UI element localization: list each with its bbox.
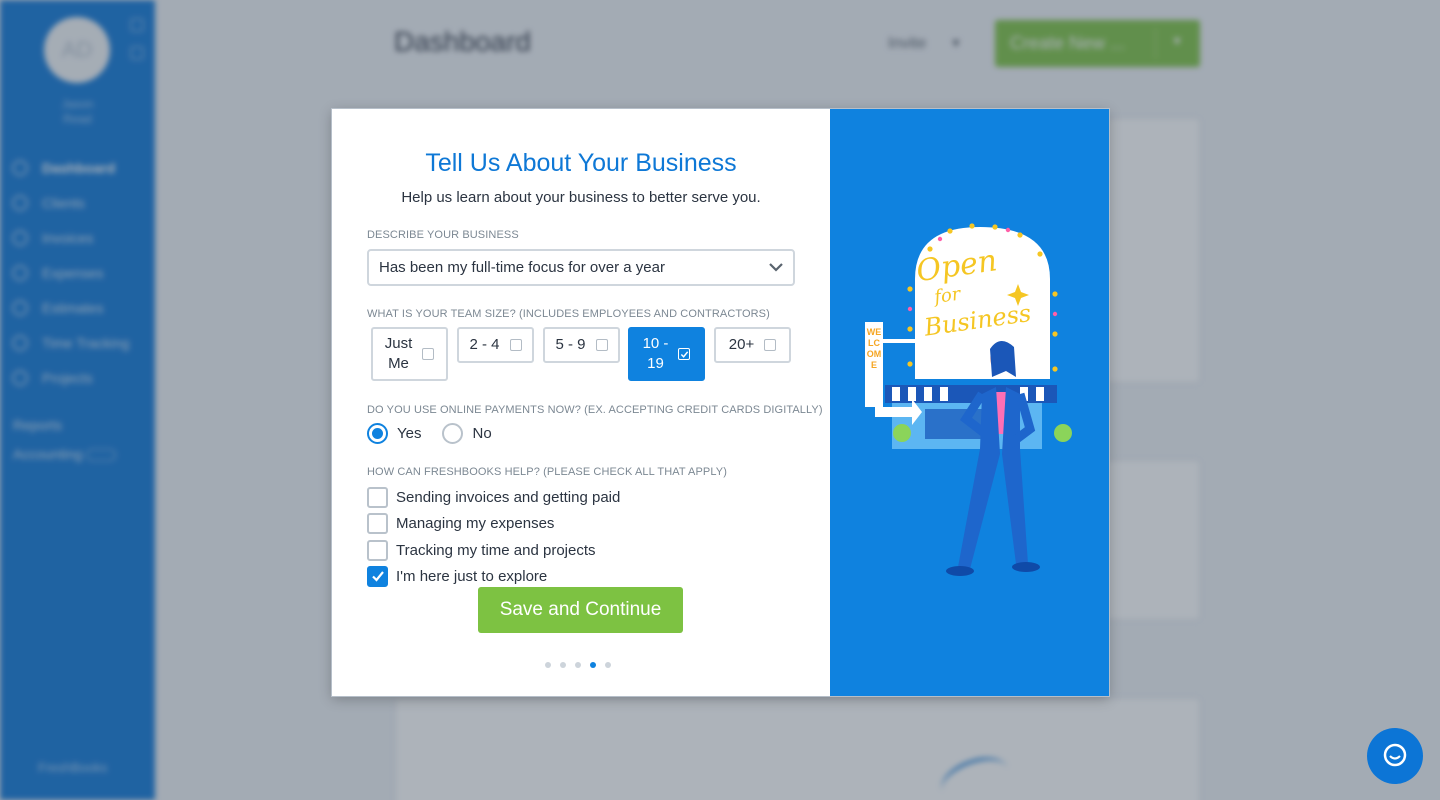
help-option-expenses[interactable]: Managing my expenses <box>367 512 554 534</box>
open-for-business-illustration <box>865 223 1072 576</box>
chat-help-button[interactable] <box>1367 728 1423 784</box>
help-option-checkbox[interactable] <box>367 539 388 561</box>
step-dot[interactable] <box>575 662 581 668</box>
business-description-value: Has been my full-time focus for over a y… <box>379 259 665 276</box>
payments-yes-label[interactable]: Yes <box>397 425 421 442</box>
step-dot[interactable] <box>605 662 611 668</box>
chevron-down-icon <box>769 263 783 272</box>
business-description-label: DESCRIBE YOUR BUSINESS <box>367 229 519 241</box>
team-size-option-label: 20+ <box>728 336 755 353</box>
help-option-checkbox[interactable] <box>367 512 388 534</box>
team-size-option-label: 2 - 4 <box>469 336 500 353</box>
help-option-checkbox[interactable] <box>367 486 388 508</box>
team-size-checkbox[interactable] <box>422 348 435 360</box>
team-size-checkbox[interactable] <box>509 339 522 351</box>
team-size-option-label: Me <box>388 355 409 372</box>
step-dot-current[interactable] <box>590 662 596 668</box>
help-option-explore[interactable]: I'm here just to explore <box>367 565 547 587</box>
onboarding-form: Tell Us About Your Business Help us lear… <box>332 109 830 696</box>
checkmark-icon <box>680 350 689 358</box>
checkmark-icon <box>371 571 384 582</box>
team-size-option-10-19[interactable]: 10 - 19 <box>628 327 705 381</box>
step-dot[interactable] <box>560 662 566 668</box>
online-payments-radio-group: Yes No <box>367 423 513 444</box>
team-size-option-label: Just <box>384 335 413 352</box>
team-size-option-label: 19 <box>647 355 664 372</box>
team-size-option-label: 10 - <box>642 335 669 352</box>
help-option-invoices[interactable]: Sending invoices and getting paid <box>367 486 620 508</box>
open-for-business-sign: Open for Business <box>914 240 1055 341</box>
online-payments-label: DO YOU USE ONLINE PAYMENTS NOW? (EX. ACC… <box>367 404 823 416</box>
step-dot[interactable] <box>545 662 551 668</box>
onboarding-modal: Tell Us About Your Business Help us lear… <box>332 109 1109 696</box>
help-option-label[interactable]: Tracking my time and projects <box>396 542 596 559</box>
business-description-select[interactable]: Has been my full-time focus for over a y… <box>367 249 795 286</box>
step-indicator <box>545 662 620 668</box>
help-option-label[interactable]: I'm here just to explore <box>396 568 547 585</box>
help-option-time-projects[interactable]: Tracking my time and projects <box>367 539 596 561</box>
chat-icon <box>1383 743 1407 767</box>
team-size-option-5-9[interactable]: 5 - 9 <box>543 327 620 363</box>
payments-no-label[interactable]: No <box>472 425 491 442</box>
help-option-label[interactable]: Sending invoices and getting paid <box>396 489 620 506</box>
save-and-continue-button[interactable]: Save and Continue <box>478 587 683 633</box>
payments-no-radio[interactable] <box>442 423 464 444</box>
illustration-panel: Open for Business WELCOME <box>830 109 1109 696</box>
team-size-option-label: 5 - 9 <box>555 336 586 353</box>
team-size-checkbox[interactable] <box>595 339 608 351</box>
how-can-help-label: HOW CAN FRESHBOOKS HELP? (PLEASE CHECK A… <box>367 466 727 478</box>
team-size-option-20-plus[interactable]: 20+ <box>714 327 791 363</box>
help-option-label[interactable]: Managing my expenses <box>396 515 554 532</box>
team-size-checkbox[interactable] <box>678 348 691 360</box>
modal-title: Tell Us About Your Business <box>425 149 737 177</box>
modal-subtitle: Help us learn about your business to bet… <box>401 189 761 206</box>
team-size-checkbox[interactable] <box>764 339 777 351</box>
welcome-sign: WELCOME <box>866 327 882 370</box>
team-size-option-just-me[interactable]: Just Me <box>371 327 448 381</box>
payments-yes-radio[interactable] <box>367 423 388 444</box>
team-size-label: WHAT IS YOUR TEAM SIZE? (INCLUDES EMPLOY… <box>367 308 770 320</box>
help-option-checkbox[interactable] <box>367 565 388 587</box>
team-size-option-2-4[interactable]: 2 - 4 <box>457 327 534 363</box>
